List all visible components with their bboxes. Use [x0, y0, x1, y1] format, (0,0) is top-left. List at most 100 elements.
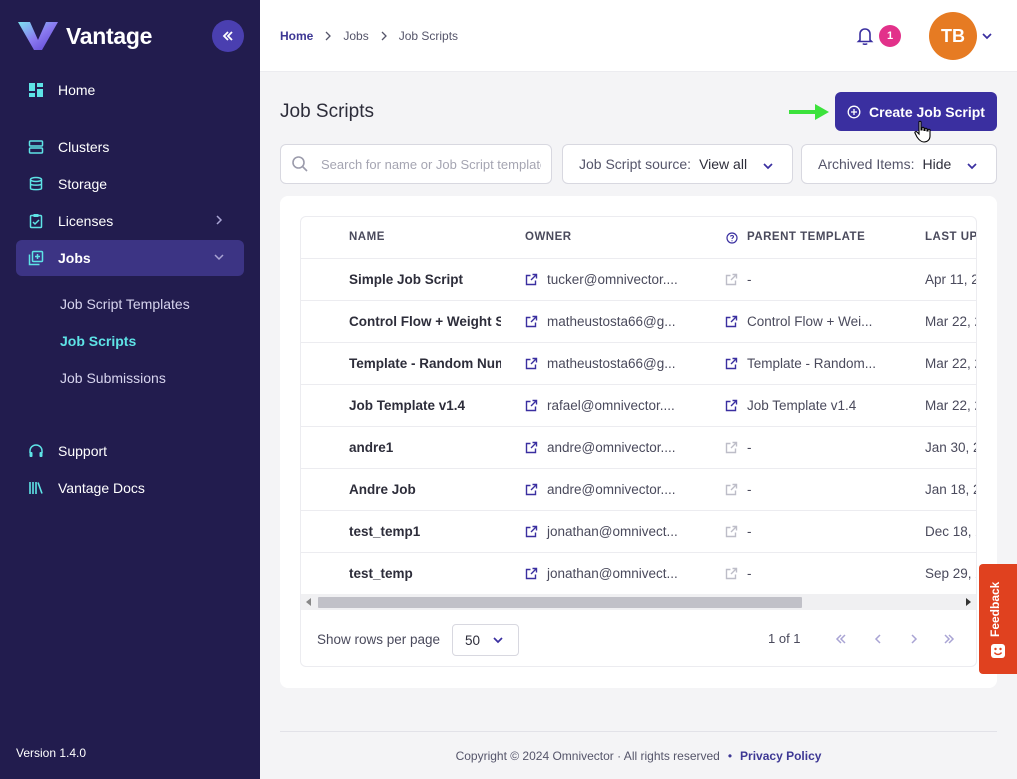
column-header-parent-template[interactable]: PARENT TEMPLATE: [747, 231, 865, 243]
table-row[interactable]: Template - Random Num matheustosta66@g...…: [301, 343, 977, 385]
external-link-icon[interactable]: [525, 441, 538, 454]
app-logo[interactable]: Vantage: [16, 20, 152, 52]
first-page-icon[interactable]: [835, 633, 847, 645]
last-page-icon[interactable]: [943, 633, 955, 645]
owner-email[interactable]: rafael@omnivector....: [547, 398, 675, 413]
chevron-right-icon: [325, 31, 332, 41]
scroll-right-icon[interactable]: [965, 598, 971, 606]
scroll-left-icon[interactable]: [306, 598, 312, 606]
table-row[interactable]: Andre Job andre@omnivector.... - Jan 18, 2: [301, 469, 977, 511]
external-link-icon[interactable]: [525, 357, 538, 370]
table-row[interactable]: Job Template v1.4 rafael@omnivector.... Jo…: [301, 385, 976, 427]
parent-template-name[interactable]: Template - Random...: [747, 356, 876, 371]
sidebar-subitem-job-script-templates[interactable]: Job Script Templates: [60, 296, 190, 312]
external-link-icon[interactable]: [725, 441, 738, 454]
table-row[interactable]: Control Flow + Weight Sl matheustosta66@g…: [301, 301, 976, 343]
row-name[interactable]: Simple Job Script: [349, 272, 501, 287]
external-link-icon[interactable]: [725, 525, 738, 538]
row-owner: jonathan@omnivect...: [525, 566, 705, 581]
parent-template-name[interactable]: Control Flow + Wei...: [747, 314, 872, 329]
external-link-icon[interactable]: [725, 567, 738, 580]
parent-template-name: -: [747, 272, 752, 287]
sidebar-item-clusters[interactable]: Clusters: [16, 129, 244, 165]
table-row[interactable]: test_temp1 jonathan@omnivect... - Dec 18, 2: [301, 511, 976, 553]
external-link-icon[interactable]: [525, 483, 538, 496]
privacy-policy-link[interactable]: Privacy Policy: [740, 749, 821, 763]
clipboard-icon: [28, 213, 44, 229]
row-name[interactable]: Control Flow + Weight Sl: [349, 314, 501, 329]
column-header-name[interactable]: NAME: [349, 231, 385, 243]
external-link-icon[interactable]: [725, 483, 738, 496]
row-owner: rafael@omnivector....: [525, 398, 705, 413]
next-page-icon[interactable]: [908, 633, 920, 645]
owner-email[interactable]: tucker@omnivector....: [547, 272, 678, 287]
external-link-icon[interactable]: [725, 357, 738, 370]
sidebar-item-storage[interactable]: Storage: [16, 166, 244, 202]
owner-email[interactable]: matheustosta66@g...: [547, 314, 676, 329]
avatar[interactable]: TB: [929, 12, 977, 60]
sidebar-item-home[interactable]: Home: [16, 72, 244, 108]
job-script-source-filter[interactable]: Job Script source: View all: [562, 144, 793, 184]
table-row[interactable]: test_temp jonathan@omnivect... - Sep 29, 2: [301, 553, 976, 595]
external-link-icon[interactable]: [725, 273, 738, 286]
row-last-updated: Jan 18, 2: [925, 482, 977, 497]
external-link-icon[interactable]: [525, 399, 538, 412]
sidebar-item-vantage-docs[interactable]: Vantage Docs: [16, 470, 244, 506]
row-name[interactable]: andre1: [349, 440, 501, 455]
table-row[interactable]: Simple Job Script tucker@omnivector.... - A…: [301, 259, 976, 301]
column-header-last-updated[interactable]: LAST UP: [925, 231, 976, 243]
sidebar-subitem-job-scripts[interactable]: Job Scripts: [60, 333, 136, 349]
row-name[interactable]: Andre Job: [349, 482, 501, 497]
row-name[interactable]: test_temp1: [349, 524, 501, 539]
breadcrumb-jobs[interactable]: Jobs: [343, 29, 368, 43]
help-circle-icon[interactable]: [726, 232, 738, 244]
breadcrumb-home[interactable]: Home: [280, 29, 313, 43]
row-name[interactable]: test_temp: [349, 566, 501, 581]
column-header-owner[interactable]: OWNER: [525, 231, 572, 243]
sidebar-item-label: Clusters: [58, 139, 110, 155]
archived-items-filter[interactable]: Archived Items: Hide: [801, 144, 997, 184]
table-row[interactable]: andre1 andre@omnivector.... - Jan 30, 2: [301, 427, 976, 469]
row-parent-template: -: [725, 566, 905, 581]
external-link-icon[interactable]: [525, 525, 538, 538]
row-owner: andre@omnivector....: [525, 440, 705, 455]
previous-page-icon[interactable]: [872, 633, 884, 645]
owner-email[interactable]: andre@omnivector....: [547, 482, 676, 497]
rows-per-page-select[interactable]: 50: [452, 624, 519, 656]
external-link-icon[interactable]: [525, 567, 538, 580]
row-parent-template: -: [725, 272, 905, 287]
scrollbar-thumb[interactable]: [318, 597, 802, 608]
headset-icon: [28, 443, 44, 459]
owner-email[interactable]: matheustosta66@g...: [547, 356, 676, 371]
database-icon: [28, 176, 44, 192]
feedback-tab[interactable]: Feedback: [979, 564, 1017, 674]
search-box[interactable]: [280, 144, 552, 184]
layers-icon: [28, 250, 44, 266]
grid-icon: [28, 82, 44, 98]
external-link-icon[interactable]: [725, 315, 738, 328]
search-input[interactable]: [321, 156, 541, 172]
owner-email[interactable]: andre@omnivector....: [547, 440, 676, 455]
chevron-right-icon: [381, 31, 387, 41]
horizontal-scrollbar[interactable]: [301, 594, 976, 610]
bell-icon[interactable]: [856, 26, 874, 46]
sidebar-subitem-job-submissions[interactable]: Job Submissions: [60, 370, 166, 386]
external-link-icon[interactable]: [525, 315, 538, 328]
row-name[interactable]: Template - Random Num: [349, 356, 501, 371]
row-last-updated: Mar 22, 2: [925, 356, 977, 371]
owner-email[interactable]: jonathan@omnivect...: [547, 524, 678, 539]
feedback-label: Feedback: [988, 581, 1002, 637]
row-parent-template: Control Flow + Wei...: [725, 314, 905, 329]
external-link-icon[interactable]: [525, 273, 538, 286]
sidebar-item-support[interactable]: Support: [16, 433, 244, 469]
external-link-icon[interactable]: [725, 399, 738, 412]
parent-template-name[interactable]: Job Template v1.4: [747, 398, 856, 413]
sidebar-item-licenses[interactable]: Licenses: [16, 203, 244, 239]
owner-email[interactable]: jonathan@omnivect...: [547, 566, 678, 581]
parent-template-name: -: [747, 440, 752, 455]
row-name[interactable]: Job Template v1.4: [349, 398, 501, 413]
collapse-sidebar-button[interactable]: [212, 20, 244, 52]
chevron-down-icon[interactable]: [981, 30, 993, 42]
sidebar-item-jobs[interactable]: Jobs: [16, 240, 244, 276]
row-last-updated: Dec 18, 2: [925, 524, 976, 539]
